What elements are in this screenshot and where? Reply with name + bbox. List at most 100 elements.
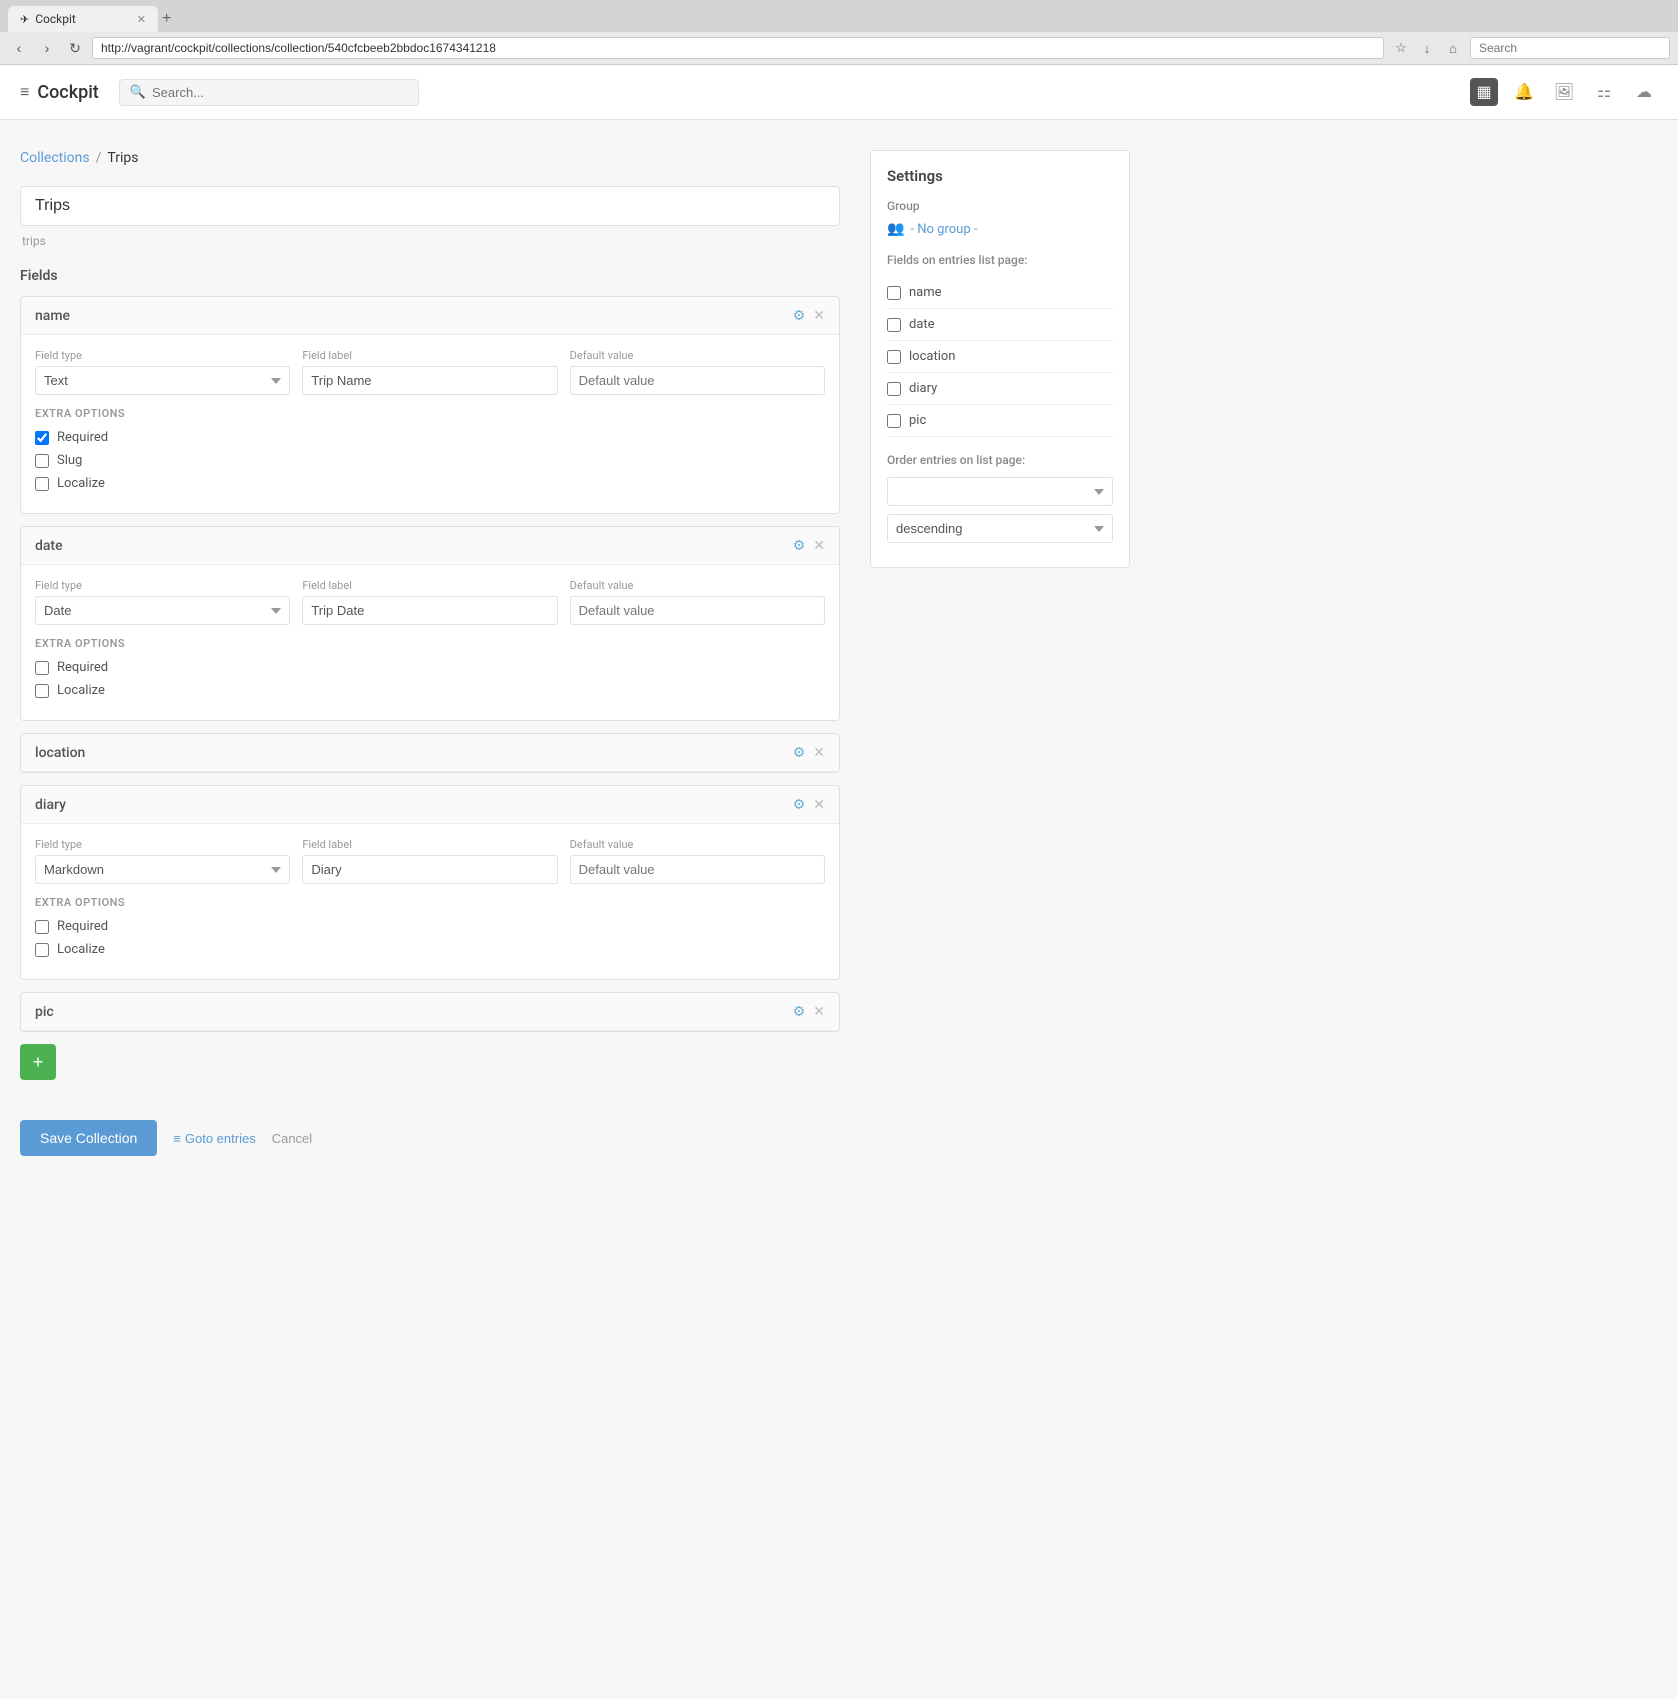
field-label-input-date[interactable] (302, 596, 557, 625)
search-input[interactable] (152, 85, 408, 100)
settings-sidebar: Settings Group 👥 - No group - Fields on … (870, 150, 1130, 1669)
option-localize-diary: Localize (35, 942, 825, 957)
refresh-button[interactable]: ↻ (64, 37, 86, 59)
field-entries-checkbox-date[interactable] (887, 318, 901, 332)
localize-label-name: Localize (57, 476, 105, 491)
field-default-input-diary[interactable] (570, 855, 825, 884)
menu-icon[interactable]: ≡ (20, 82, 29, 102)
field-label-input-diary[interactable] (302, 855, 557, 884)
field-diary-label-col-label: Field label (302, 838, 557, 851)
field-checkbox-diary: diary (887, 373, 1113, 405)
tab-favicon: ✈ (20, 13, 29, 26)
field-location-actions: ⚙ ✕ (793, 744, 825, 761)
apps-nav-icon[interactable]: ⚏ (1590, 78, 1618, 106)
required-label-date: Required (57, 660, 108, 675)
field-card-pic-header: pic ⚙ ✕ (21, 993, 839, 1031)
slug-label-name: Slug (57, 453, 82, 468)
localize-label-diary: Localize (57, 942, 105, 957)
group-section-label: Group (887, 199, 1113, 213)
field-card-diary-header: diary ⚙ ✕ (21, 786, 839, 824)
required-checkbox-diary[interactable] (35, 920, 49, 934)
cloud-nav-icon[interactable]: ☁ (1630, 78, 1658, 106)
field-checkbox-date: date (887, 309, 1113, 341)
field-pic-remove-button[interactable]: ✕ (813, 1003, 825, 1020)
required-checkbox-date[interactable] (35, 661, 49, 675)
nav-search-bar[interactable]: 🔍 (119, 79, 419, 106)
breadcrumb-collections-link[interactable]: Collections (20, 150, 90, 166)
image-nav-icon[interactable]: 🖼 (1550, 78, 1578, 106)
download-button[interactable]: ↓ (1416, 37, 1438, 59)
forward-button[interactable]: › (36, 37, 58, 59)
field-checkbox-name: name (887, 277, 1113, 309)
back-button[interactable]: ‹ (8, 37, 30, 59)
field-date-default-label: Default value (570, 579, 825, 592)
field-date-remove-button[interactable]: ✕ (813, 537, 825, 554)
field-location-label: location (35, 745, 85, 761)
save-collection-button[interactable]: Save Collection (20, 1120, 157, 1156)
goto-entries-button[interactable]: ≡ Goto entries (173, 1131, 255, 1146)
cancel-button[interactable]: Cancel (272, 1131, 312, 1146)
localize-checkbox-name[interactable] (35, 477, 49, 491)
browser-search-input[interactable] (1470, 37, 1670, 59)
field-diary-gear-button[interactable]: ⚙ (793, 796, 806, 813)
url-bar[interactable] (92, 37, 1384, 59)
option-required-name: Required (35, 430, 825, 445)
field-entries-label-diary: diary (909, 381, 937, 396)
order-by-select[interactable]: name date (887, 477, 1113, 506)
tab-close-button[interactable]: ✕ (137, 13, 146, 26)
address-bar: ‹ › ↻ ☆ ↓ ⌂ (0, 32, 1678, 64)
field-card-diary: diary ⚙ ✕ Field type Text Date Mark (20, 785, 840, 980)
field-default-input-date[interactable] (570, 596, 825, 625)
field-date-label-col-label: Field label (302, 579, 557, 592)
field-default-col-label: Default value (570, 349, 825, 362)
slug-checkbox-name[interactable] (35, 454, 49, 468)
active-tab[interactable]: ✈ Cockpit ✕ (8, 6, 158, 32)
field-entries-checkbox-location[interactable] (887, 350, 901, 364)
search-icon: 🔍 (130, 85, 146, 100)
field-name-remove-button[interactable]: ✕ (813, 307, 825, 324)
field-default-input-name[interactable] (570, 366, 825, 395)
localize-checkbox-date[interactable] (35, 684, 49, 698)
field-entries-checkbox-name[interactable] (887, 286, 901, 300)
localize-checkbox-diary[interactable] (35, 943, 49, 957)
home-button[interactable]: ⌂ (1442, 37, 1464, 59)
field-label-input-name[interactable] (302, 366, 557, 395)
field-location-remove-button[interactable]: ✕ (813, 744, 825, 761)
field-entries-checkbox-pic[interactable] (887, 414, 901, 428)
extra-options-label-name: Extra options (35, 407, 825, 420)
no-group-link[interactable]: - No group - (910, 222, 977, 237)
field-name-gear-button[interactable]: ⚙ (793, 307, 806, 324)
field-date-type-label: Field type (35, 579, 290, 592)
field-type-select-diary[interactable]: Text Date Markdown Boolean (35, 855, 290, 884)
required-checkbox-name[interactable] (35, 431, 49, 445)
field-type-col: Field type Text Date Markdown Boolean Nu… (35, 349, 290, 395)
field-date-gear-button[interactable]: ⚙ (793, 537, 806, 554)
field-date-body: Field type Text Date Markdown Boolean Fi… (21, 565, 839, 720)
bookmark-button[interactable]: ☆ (1390, 37, 1412, 59)
add-field-button[interactable]: + (20, 1044, 56, 1080)
bell-nav-icon[interactable]: 🔔 (1510, 78, 1538, 106)
settings-title: Settings (887, 167, 1113, 185)
field-card-date-header: date ⚙ ✕ (21, 527, 839, 565)
field-card-date: date ⚙ ✕ Field type Text Date Markd (20, 526, 840, 721)
group-row: 👥 - No group - (887, 221, 1113, 237)
new-tab-button[interactable]: + (162, 10, 171, 28)
fields-section-label: Fields (20, 268, 840, 284)
field-entries-label-pic: pic (909, 413, 926, 428)
app-logo: Cockpit (37, 82, 98, 103)
field-type-select-name[interactable]: Text Date Markdown Boolean Number (35, 366, 290, 395)
field-pic-gear-button[interactable]: ⚙ (793, 1003, 806, 1020)
grid-nav-icon[interactable]: ▦ (1470, 78, 1498, 106)
order-direction-select[interactable]: ascending descending (887, 514, 1113, 543)
field-type-select-date[interactable]: Text Date Markdown Boolean (35, 596, 290, 625)
settings-panel: Settings Group 👥 - No group - Fields on … (870, 150, 1130, 568)
option-slug-name: Slug (35, 453, 825, 468)
field-entries-checkbox-diary[interactable] (887, 382, 901, 396)
collection-title-input[interactable] (20, 186, 840, 226)
field-location-gear-button[interactable]: ⚙ (793, 744, 806, 761)
field-diary-remove-button[interactable]: ✕ (813, 796, 825, 813)
field-name-row: Field type Text Date Markdown Boolean Nu… (35, 349, 825, 395)
field-entries-label-location: location (909, 349, 955, 364)
field-diary-actions: ⚙ ✕ (793, 796, 825, 813)
field-card-location: location ⚙ ✕ (20, 733, 840, 773)
